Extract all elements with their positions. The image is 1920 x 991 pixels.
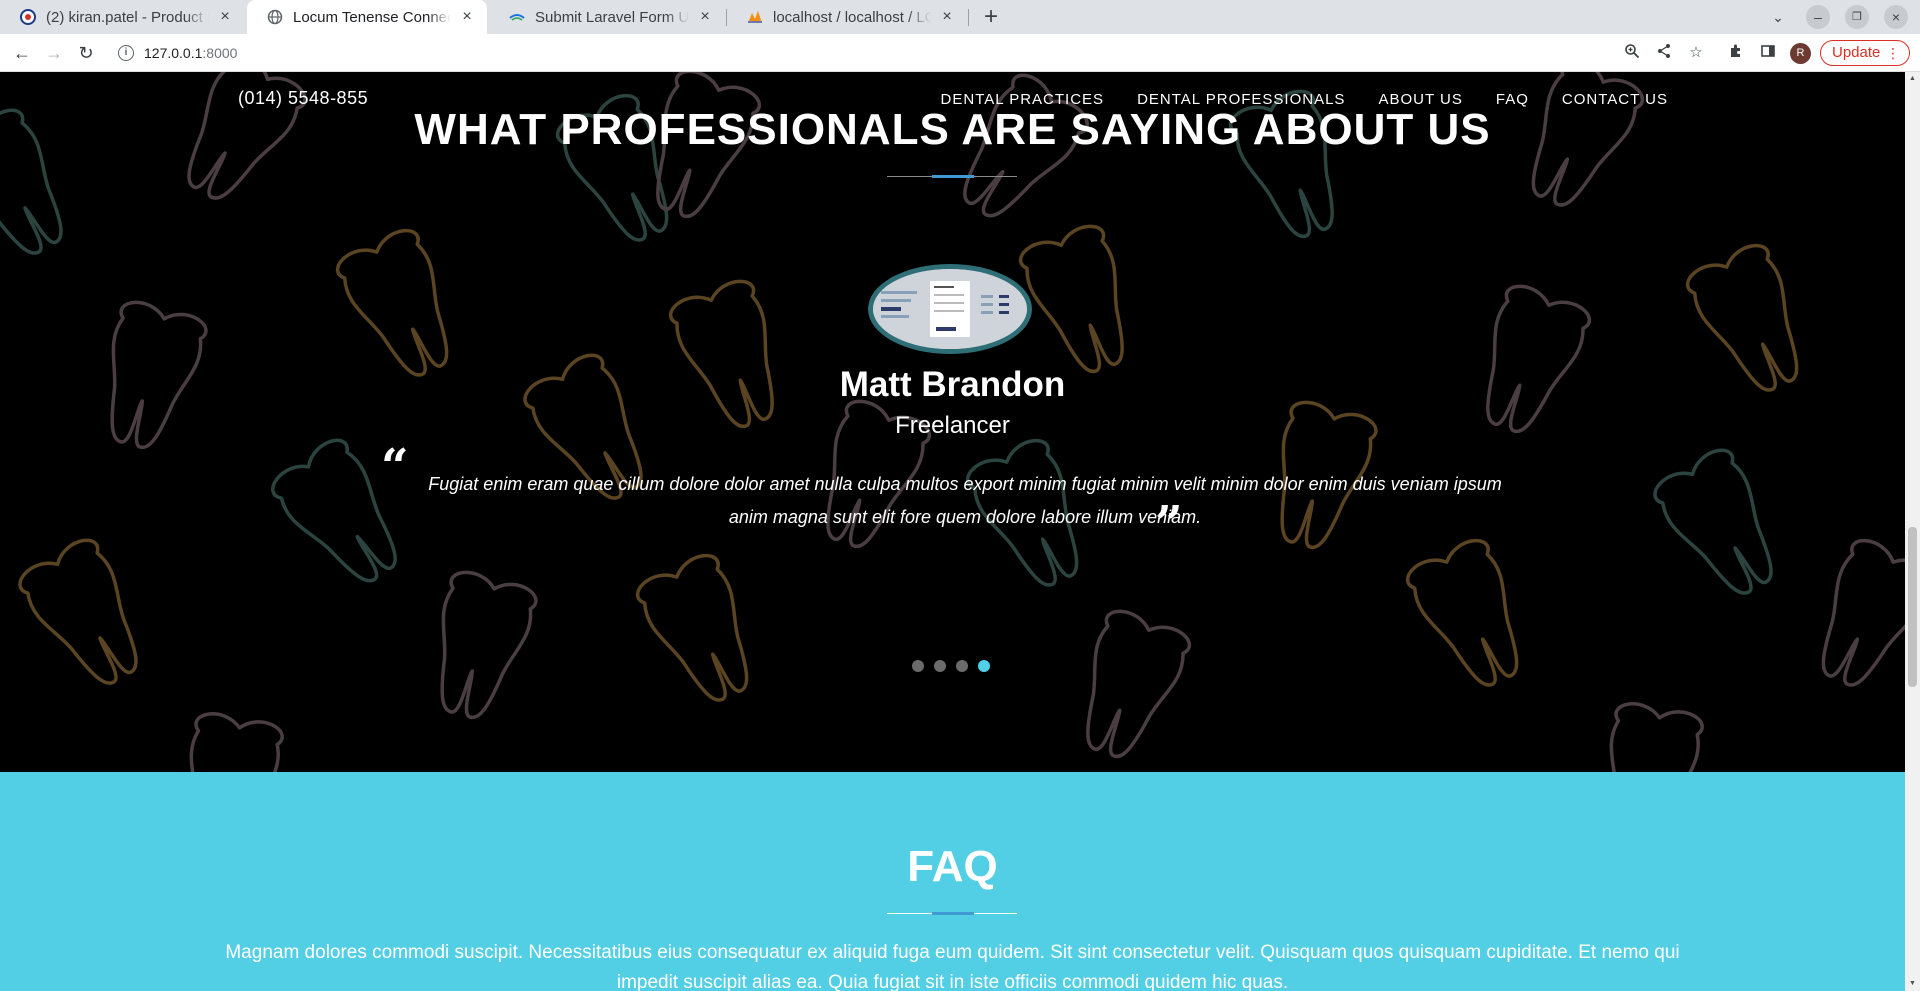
nav-dental-professionals[interactable]: DENTAL PROFESSIONALS: [1137, 91, 1345, 108]
faq-title: FAQ: [907, 842, 998, 891]
back-button[interactable]: ←: [8, 39, 36, 67]
page-scrollbar[interactable]: ▲ ▼: [1905, 72, 1920, 991]
scroll-down-icon[interactable]: ▼: [1908, 980, 1917, 988]
browser-tab-active[interactable]: Locum Tenense Connecti ×: [247, 0, 487, 34]
browser-toolbar: ← → ↻ i 127.0.0.1:8000 ☆ R Update ⋮: [0, 34, 1920, 72]
carousel-dot[interactable]: [956, 660, 968, 672]
testimonial-avatar: [868, 264, 1032, 354]
close-icon[interactable]: ×: [697, 8, 713, 26]
nav-faq[interactable]: FAQ: [1496, 91, 1529, 108]
nav-contact-us[interactable]: CONTACT US: [1562, 91, 1668, 108]
page-viewport: WHAT PROFESSIONALS ARE SAYING ABOUT US M…: [0, 72, 1905, 991]
nav-about-us[interactable]: ABOUT US: [1378, 91, 1462, 108]
carousel-dot[interactable]: [934, 660, 946, 672]
scrollbar-thumb[interactable]: [1908, 527, 1917, 687]
faq-section: FAQ Magnam dolores commodi suscipit. Nec…: [0, 772, 1905, 991]
zoom-icon[interactable]: [1622, 43, 1642, 63]
site-icon: [509, 9, 525, 25]
tab-search-icon[interactable]: ⌄: [1766, 5, 1790, 29]
restore-button[interactable]: ❐: [1845, 5, 1869, 29]
browser-tab-strip: (2) kiran.patel - Product E × Locum Tene…: [0, 0, 1920, 34]
testimonial-quote: Fugiat enim eram quae cillum dolore dolo…: [428, 474, 1502, 527]
faq-intro-text: Magnam dolores commodi suscipit. Necessi…: [225, 942, 1680, 991]
heading-divider: [887, 175, 1017, 178]
phpmyadmin-icon: [747, 9, 763, 25]
testimonial-role: Freelancer: [895, 412, 1010, 439]
carousel-dot-active[interactable]: [978, 660, 990, 672]
window-close-button[interactable]: ×: [1884, 5, 1908, 29]
product-hunt-icon: [20, 9, 36, 25]
testimonial-name: Matt Brandon: [839, 365, 1066, 404]
tab-title: Submit Laravel Form Usin: [535, 8, 689, 26]
carousel-pagination: [912, 660, 990, 672]
faq-divider: [887, 912, 1017, 915]
divider-accent: [932, 912, 974, 915]
divider-accent: [932, 175, 974, 178]
close-icon[interactable]: ×: [217, 8, 233, 26]
side-panel-icon[interactable]: [1758, 43, 1778, 63]
update-label: Update: [1832, 44, 1881, 61]
close-icon[interactable]: ×: [459, 8, 475, 26]
reload-button[interactable]: ↻: [72, 39, 100, 67]
scroll-up-icon[interactable]: ▲: [1908, 75, 1917, 83]
url-host: 127.0.0.1: [144, 45, 203, 61]
carousel-dot[interactable]: [912, 660, 924, 672]
tab-separator: [968, 9, 969, 26]
info-icon[interactable]: i: [118, 45, 134, 61]
profile-avatar[interactable]: R: [1790, 43, 1811, 64]
avatar-screenshot-image: [873, 269, 1027, 349]
site-navbar: (014) 5548-855 DENTAL PRACTICES DENTAL P…: [0, 72, 1905, 128]
tab-title: Locum Tenense Connecti: [293, 8, 451, 26]
testimonials-section: WHAT PROFESSIONALS ARE SAYING ABOUT US M…: [0, 72, 1905, 772]
new-tab-button[interactable]: +: [976, 2, 1006, 32]
update-button[interactable]: Update ⋮: [1820, 40, 1910, 66]
globe-icon: [267, 9, 283, 25]
browser-tab[interactable]: (2) kiran.patel - Product E ×: [0, 0, 245, 34]
extensions-icon[interactable]: [1726, 43, 1746, 63]
nav-dental-practices[interactable]: DENTAL PRACTICES: [941, 91, 1105, 108]
quote-close-icon: ”: [1155, 496, 1183, 552]
minimize-button[interactable]: –: [1806, 5, 1830, 29]
header-phone[interactable]: (014) 5548-855: [238, 88, 368, 109]
tab-title: (2) kiran.patel - Product E: [46, 8, 209, 26]
bookmark-star-icon[interactable]: ☆: [1686, 43, 1706, 63]
close-icon[interactable]: ×: [939, 8, 955, 26]
share-icon[interactable]: [1654, 43, 1674, 63]
tab-title: localhost / localhost / LOC: [773, 8, 931, 26]
address-bar[interactable]: i 127.0.0.1:8000: [108, 38, 1638, 68]
quote-open-icon: “: [381, 439, 409, 495]
browser-tab[interactable]: Submit Laravel Form Usin ×: [489, 0, 725, 34]
url-port: :8000: [202, 45, 238, 61]
browser-tab[interactable]: localhost / localhost / LOC ×: [727, 0, 967, 34]
forward-button[interactable]: →: [40, 39, 68, 67]
more-menu-icon[interactable]: ⋮: [1886, 41, 1900, 65]
main-menu: DENTAL PRACTICES DENTAL PROFESSIONALS AB…: [941, 91, 1668, 108]
